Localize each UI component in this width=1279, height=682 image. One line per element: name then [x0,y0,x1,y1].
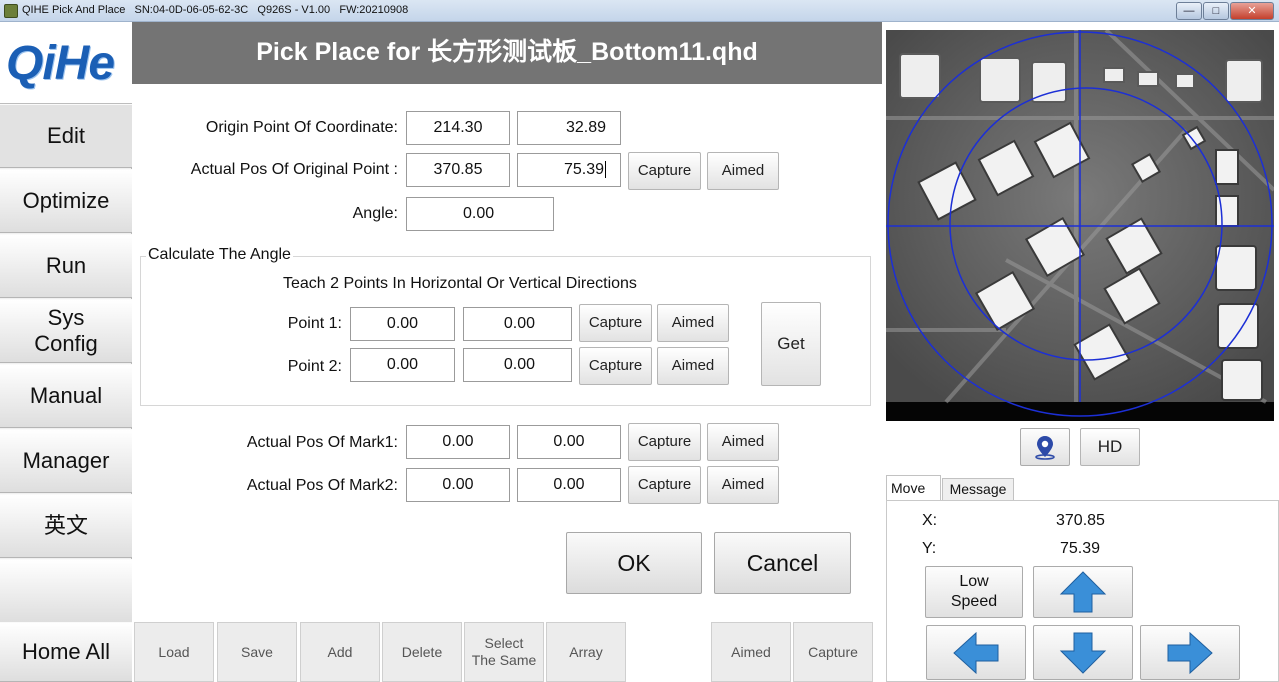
select-same-label-1: Select [484,635,524,651]
cancel-button[interactable]: Cancel [714,532,851,594]
sidebar-item-sys-config[interactable]: Sys Config [0,299,132,363]
add-button[interactable]: Add [300,622,380,682]
actual-origin-aimed-button[interactable]: Aimed [707,152,779,190]
x-value: 370.85 [1056,512,1105,529]
actual-origin-y-field[interactable]: 75.39 [517,153,621,187]
mark2-y-field[interactable]: 0.00 [517,468,621,502]
move-up-button[interactable] [1033,566,1133,618]
window-title: QIHE Pick And Place SN:04-0D-06-05-62-3C… [22,4,408,16]
mark1-x-field[interactable]: 0.00 [406,425,510,459]
model-version: Q926S - V1.00 [257,4,331,16]
sidebar-item-empty[interactable] [0,559,132,623]
move-down-button[interactable] [1033,625,1133,680]
qihe-logo: QiHe [6,37,115,90]
arrow-right-icon [1167,631,1213,674]
point1-x-field[interactable]: 0.00 [350,307,455,341]
firmware-version: FW:20210908 [339,4,409,16]
hd-button[interactable]: HD [1080,428,1140,466]
mark2-capture-button[interactable]: Capture [628,466,701,504]
origin-point-label: Origin Point Of Coordinate: [205,119,398,136]
sidebar-item-manual[interactable]: Manual [0,364,132,428]
maximize-button[interactable]: □ [1203,2,1229,20]
close-button[interactable]: ✕ [1230,2,1274,20]
mark1-capture-button[interactable]: Capture [628,423,701,461]
move-right-button[interactable] [1140,625,1240,680]
arrow-down-icon [1059,632,1107,674]
sidebar-item-optimize[interactable]: Optimize [0,169,132,233]
point2-capture-button[interactable]: Capture [579,347,652,385]
array-button[interactable]: Array [546,622,626,682]
point1-y-field[interactable]: 0.00 [463,307,572,341]
y-value: 75.39 [1060,540,1101,557]
camera-view[interactable] [886,30,1274,421]
serial-number: SN:04-0D-06-05-62-3C [134,4,249,16]
save-button[interactable]: Save [217,622,297,682]
toolbar-aimed-button[interactable]: Aimed [711,622,791,682]
sidebar-item-home-all[interactable]: Home All [0,622,132,682]
logo-area: QiHe [0,22,132,104]
mark2-x-field[interactable]: 0.00 [406,468,510,502]
point2-label: Point 2: [287,358,342,375]
minimize-button[interactable]: — [1176,2,1202,20]
arrow-up-icon [1059,571,1107,613]
arrow-left-icon [953,631,999,674]
mark2-label: Actual Pos Of Mark2: [246,477,398,494]
load-button[interactable]: Load [134,622,214,682]
point1-label: Point 1: [287,315,342,332]
select-same-button[interactable]: Select The Same [464,622,544,682]
actual-origin-y-value: 75.39 [563,161,604,178]
select-same-label-2: The Same [471,652,537,668]
actual-origin-x-field[interactable]: 370.85 [406,153,510,187]
app-name: QIHE Pick And Place [22,4,126,16]
ok-button[interactable]: OK [566,532,702,594]
toolbar-capture-button[interactable]: Capture [793,622,873,682]
mark1-aimed-button[interactable]: Aimed [707,423,779,461]
window-title-bar: QIHE Pick And Place SN:04-0D-06-05-62-3C… [0,0,1279,22]
calculate-angle-instruction: Teach 2 Points In Horizontal Or Vertical… [283,275,637,292]
calculate-angle-caption: Calculate The Angle [146,246,293,264]
y-label: Y: [922,540,937,557]
angle-field[interactable]: 0.00 [406,197,554,231]
location-pin-icon [1035,436,1055,460]
sidebar-item-manager[interactable]: Manager [0,429,132,493]
speed-label-1: Low [959,573,989,590]
page-title: Pick Place for 长方形测试板_Bottom11.qhd [256,38,758,66]
point1-aimed-button[interactable]: Aimed [657,304,729,342]
mark1-y-field[interactable]: 0.00 [517,425,621,459]
origin-y-field[interactable]: 32.89 [517,111,621,145]
actual-origin-label: Actual Pos Of Original Point : [190,161,398,178]
point2-y-field[interactable]: 0.00 [463,348,572,382]
app-icon [4,4,18,18]
mark2-aimed-button[interactable]: Aimed [707,466,779,504]
sidebar: QiHe Edit Optimize Run Sys Config Manual… [0,22,132,682]
point2-aimed-button[interactable]: Aimed [657,347,729,385]
point1-capture-button[interactable]: Capture [579,304,652,342]
move-left-button[interactable] [926,625,1026,680]
angle-label: Angle: [352,205,398,222]
get-angle-button[interactable]: Get [761,302,821,386]
sidebar-item-language[interactable]: 英文 [0,494,132,558]
text-cursor [605,161,606,178]
tab-message[interactable]: Message [942,478,1014,501]
point2-x-field[interactable]: 0.00 [350,348,455,382]
sidebar-item-edit[interactable]: Edit [0,104,132,168]
mark1-label: Actual Pos Of Mark1: [246,434,398,451]
tab-move[interactable]: Move [886,475,941,501]
locate-button[interactable] [1020,428,1070,466]
x-label: X: [922,512,938,529]
camera-image [886,30,1274,421]
sidebar-item-run[interactable]: Run [0,234,132,298]
speed-label-2: Speed [950,593,998,610]
delete-button[interactable]: Delete [382,622,462,682]
origin-x-field[interactable]: 214.30 [406,111,510,145]
actual-origin-capture-button[interactable]: Capture [628,152,701,190]
page-header: Pick Place for 长方形测试板_Bottom11.qhd [132,22,882,84]
speed-toggle-button[interactable]: Low Speed [925,566,1023,618]
